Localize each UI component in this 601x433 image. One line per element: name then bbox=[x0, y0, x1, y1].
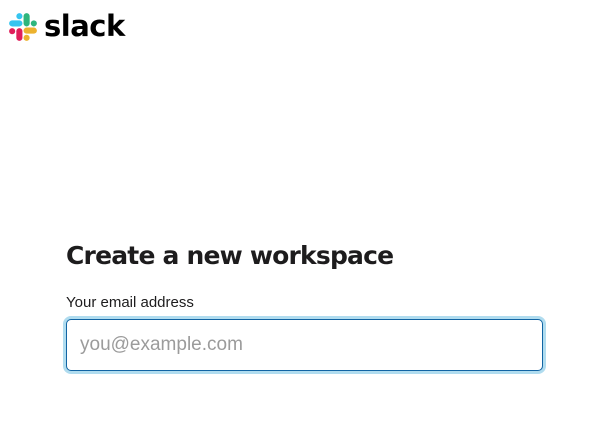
page: slack Create a new workspace Your email … bbox=[0, 0, 601, 433]
slack-logo-icon bbox=[9, 13, 37, 41]
create-workspace-form: Create a new workspace Your email addres… bbox=[66, 240, 543, 371]
email-input[interactable] bbox=[67, 320, 542, 370]
slack-logo[interactable]: slack bbox=[8, 8, 125, 43]
page-title: Create a new workspace bbox=[66, 241, 394, 270]
email-field-container bbox=[66, 319, 543, 371]
email-label: Your email address bbox=[66, 294, 194, 311]
slack-wordmark: slack bbox=[44, 8, 125, 43]
